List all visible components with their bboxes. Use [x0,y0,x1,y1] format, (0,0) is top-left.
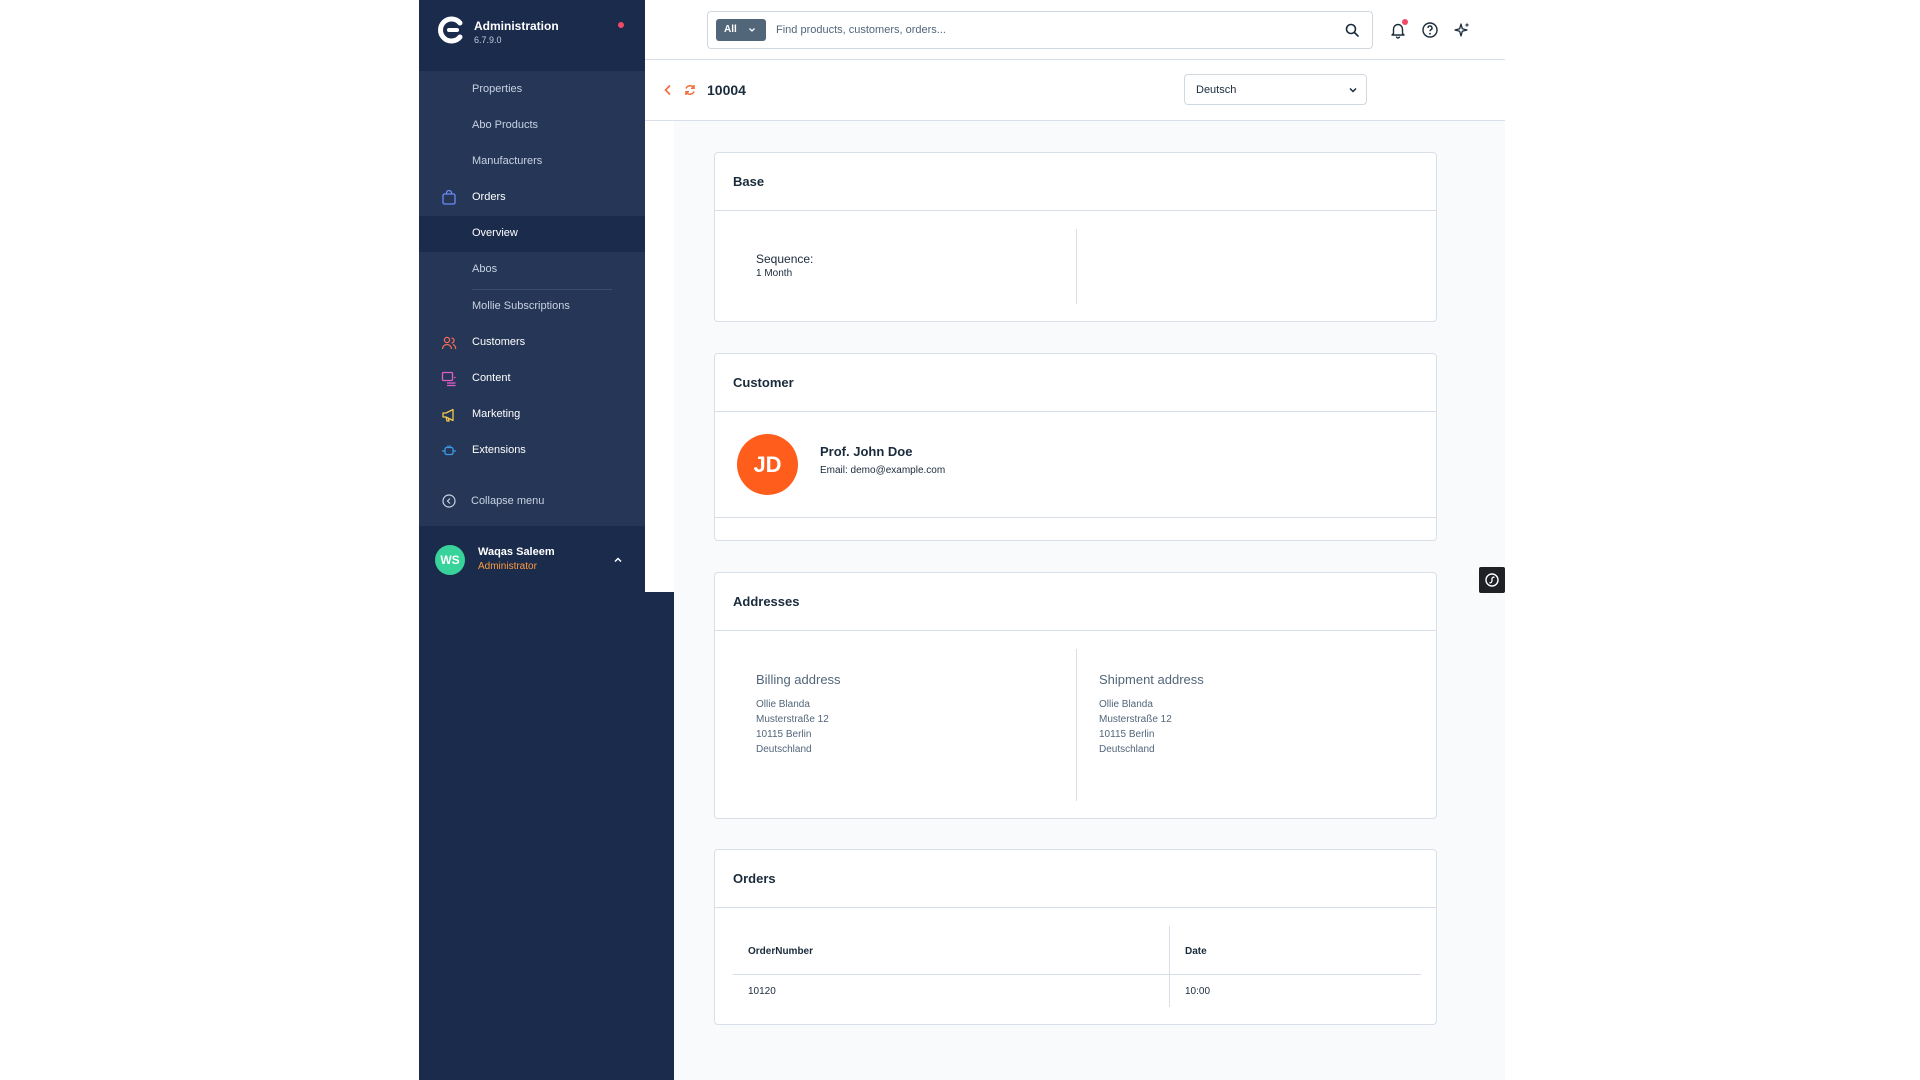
table-header-divider [733,974,1421,975]
card-title: Base [733,174,765,189]
card-header: Customer [715,354,1436,412]
column-divider [1076,229,1077,304]
user-menu[interactable]: WS Waqas Saleem Administrator [419,526,645,592]
shipment-address-title: Shipment address [1099,672,1204,687]
collapse-menu-label: Collapse menu [471,495,545,507]
orders-card: Orders OrderNumber Date 10120 10:00 [714,849,1437,1025]
sidebar: Administration 6.7.9.0 Properties Abo Pr… [419,0,645,592]
megaphone-icon [442,408,454,422]
table-header-date[interactable]: Date [1185,946,1207,957]
sidebar-item-label: Abos [472,263,498,275]
shopping-bag-icon [442,190,456,205]
billing-address-line: 10115 Berlin [756,729,812,740]
language-select-value: Deutsch [1196,84,1237,96]
sidebar-item-properties[interactable]: Properties [419,72,645,108]
sidebar-item-overview[interactable]: Overview [419,216,645,252]
card-header: Base [715,153,1436,211]
sidebar-item-abos[interactable]: Abos [419,252,645,288]
top-bar: All [645,0,1505,60]
table-column-divider [1169,926,1170,1007]
sidebar-item-label: Customers [472,336,526,348]
sidebar-item-manufacturers[interactable]: Manufacturers [419,144,645,180]
brand-header: Administration 6.7.9.0 [419,0,645,71]
app-root: Administration 6.7.9.0 Properties Abo Pr… [0,0,1920,1080]
customer-email: Email: demo@example.com [820,465,946,476]
column-divider [1076,649,1077,801]
billing-address-line: Deutschland [756,744,812,755]
table-header-order-number[interactable]: OrderNumber [748,946,813,957]
sparkles-icon[interactable] [1453,21,1471,39]
sidebar-item-label: Content [472,372,511,384]
card-header: Addresses [715,573,1436,631]
sidebar-item-abo-products[interactable]: Abo Products [419,108,645,144]
avatar: WS [435,545,465,575]
plug-icon [442,445,456,456]
sidebar-item-label: Properties [472,83,523,95]
card-title: Addresses [733,594,800,609]
customer-name: Prof. John Doe [820,444,913,459]
sidebar-item-marketing[interactable]: Marketing [419,397,645,433]
sidebar-item-mollie-subscriptions[interactable]: Mollie Subscriptions [419,289,645,325]
brand-version: 6.7.9.0 [474,35,502,45]
chevron-left-circle-icon [442,494,456,508]
smart-bar: 10004 Deutsch [645,60,1505,121]
sync-icon[interactable] [683,83,697,97]
notification-badge [1402,19,1408,25]
notification-dot [618,22,624,28]
card-footer-divider [715,517,1436,518]
table-cell-order-number: 10120 [748,986,776,997]
sidebar-item-customers[interactable]: Customers [419,325,645,361]
search-scope-select[interactable]: All [716,19,766,41]
collapse-menu-button[interactable]: Collapse menu [419,484,645,518]
page-title: 10004 [707,82,746,98]
customer-card: Customer JD Prof. John Doe Email: demo@e… [714,353,1437,541]
users-icon [441,336,457,350]
shipment-address-line: Musterstraße 12 [1099,714,1172,725]
search-input[interactable] [776,20,1336,40]
card-title: Orders [733,871,776,886]
sidebar-item-orders[interactable]: Orders [419,180,645,216]
table-cell-date: 10:00 [1185,986,1211,997]
shipment-address-line: 10115 Berlin [1099,729,1155,740]
shipment-address-line: Ollie Blanda [1099,699,1153,710]
help-icon[interactable] [1421,21,1439,39]
sidebar-item-label: Mollie Subscriptions [472,300,570,312]
shipment-address-line: Deutschland [1099,744,1155,755]
billing-address-title: Billing address [756,672,841,687]
card-title: Customer [733,375,794,390]
symfony-toolbar-toggle[interactable] [1479,567,1505,593]
chevron-down-icon [749,28,755,32]
symfony-icon [1485,573,1499,587]
sequence-value: 1 Month [756,268,793,279]
user-name: Waqas Saleem [478,546,555,558]
sequence-label: Sequence: [756,252,814,266]
base-card: Base Sequence: 1 Month [714,152,1437,322]
language-select[interactable]: Deutsch [1184,74,1367,105]
sidebar-item-label: Marketing [472,408,521,420]
sidebar-item-label: Orders [472,191,506,203]
customer-avatar: JD [737,434,798,495]
search-bar: All [707,11,1373,49]
chevron-down-icon [1349,87,1357,93]
sidebar-item-label: Overview [472,227,518,239]
chevron-up-icon[interactable] [612,554,624,566]
sidebar-background [419,592,674,1080]
addresses-card: Addresses Billing address Ollie Blanda M… [714,572,1437,819]
brand-title: Administration [474,19,559,33]
search-scope-label: All [724,24,737,35]
shopware-logo-icon [438,16,463,44]
sidebar-item-label: Extensions [472,444,526,456]
billing-address-line: Musterstraße 12 [756,714,829,725]
main-content: Base Sequence: 1 Month Customer JD Prof.… [674,121,1505,1080]
card-header: Orders [715,850,1436,908]
chevron-left-icon[interactable] [661,83,675,97]
content-icon [441,371,456,387]
sidebar-item-label: Abo Products [472,119,539,131]
user-role: Administrator [478,561,537,572]
sidebar-item-extensions[interactable]: Extensions [419,433,645,469]
sidebar-item-content[interactable]: Content [419,361,645,397]
search-icon[interactable] [1344,22,1360,38]
billing-address-line: Ollie Blanda [756,699,810,710]
sidebar-item-label: Manufacturers [472,155,543,167]
